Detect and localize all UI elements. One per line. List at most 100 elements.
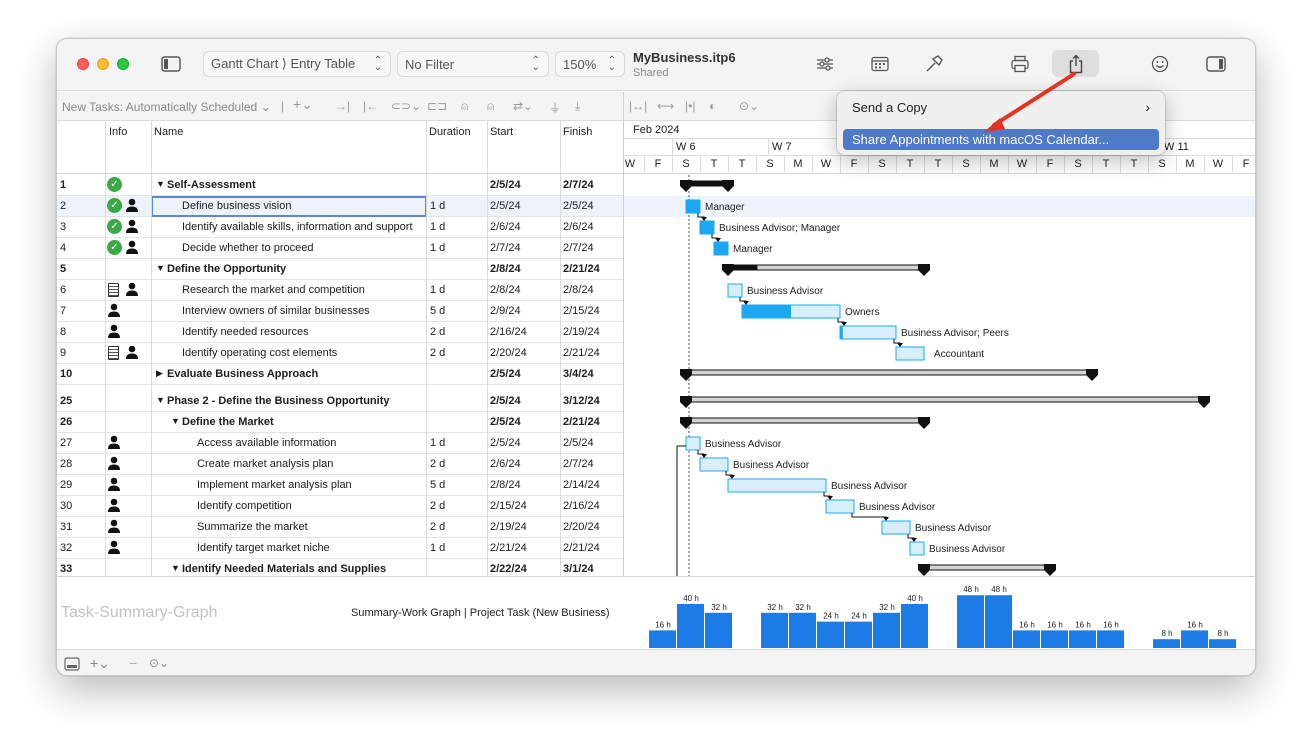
close-window-button[interactable] [77, 58, 89, 70]
add-task-icon[interactable]: +⌄ [293, 96, 313, 113]
task-start[interactable]: 2/7/24 [490, 242, 521, 254]
level-resources-icon[interactable]: ⇄⌄ [513, 99, 533, 113]
task-finish[interactable]: 2/15/24 [563, 305, 600, 317]
menu-item-send-copy[interactable]: Send a Copy › [843, 97, 1159, 118]
column-header-duration[interactable]: Duration [429, 126, 471, 138]
task-start[interactable]: 2/6/24 [490, 458, 521, 470]
task-start[interactable]: 2/21/24 [490, 542, 527, 554]
task-bar[interactable] [727, 283, 743, 298]
view-selector[interactable]: Gantt Chart ⟩ Entry Table ⌃ ⌄ [203, 51, 391, 77]
summary-bar[interactable] [685, 417, 925, 424]
filter-selector[interactable]: No Filter ⌃ ⌄ [397, 51, 549, 77]
task-name[interactable]: Define the Market [182, 416, 274, 428]
task-start[interactable]: 2/22/24 [490, 563, 527, 575]
task-finish[interactable]: 3/12/24 [563, 395, 600, 407]
share-button[interactable] [1052, 50, 1099, 77]
split-task-icon[interactable]: ⏚ [549, 99, 561, 116]
task-start[interactable]: 2/6/24 [490, 221, 521, 233]
task-duration[interactable]: 2 d [430, 347, 445, 359]
print-icon[interactable] [1008, 53, 1032, 75]
table-row[interactable]: 3 ✓ Identify available skills, information… [57, 217, 623, 238]
task-duration[interactable]: 1 d [430, 242, 445, 254]
task-name[interactable]: Define business vision [151, 196, 427, 217]
resource-icon[interactable]: ⍝ [487, 99, 494, 114]
inspector-toggle-icon[interactable] [1204, 54, 1228, 74]
disclosure-triangle-icon[interactable]: ▼ [156, 263, 165, 273]
table-row[interactable]: 27 Access available information 1 d 2/5/24 2… [57, 433, 623, 454]
column-header-name[interactable]: Name [154, 126, 183, 138]
scroll-to-task-icon[interactable]: |•| [685, 99, 695, 113]
task-finish[interactable]: 3/4/24 [563, 368, 594, 380]
more-options-icon[interactable]: ⊙⌄ [739, 99, 759, 113]
task-duration[interactable]: 1 d [430, 284, 445, 296]
task-finish[interactable]: 2/5/24 [563, 200, 594, 212]
task-start[interactable]: 2/5/24 [490, 179, 521, 191]
task-name[interactable]: Identify target market niche [197, 542, 330, 554]
schedule-mode-selector[interactable]: New Tasks: Automatically Scheduled ⌄ [62, 100, 271, 114]
task-name[interactable]: Evaluate Business Approach [167, 368, 318, 380]
task-start[interactable]: 2/20/24 [490, 347, 527, 359]
task-bar[interactable] [839, 325, 897, 340]
task-name[interactable]: Interview owners of similar businesses [182, 305, 370, 317]
sidebar-toggle-icon[interactable] [160, 54, 182, 74]
table-row[interactable]: 25 ▼ Phase 2 - Define the Business Opportu… [57, 391, 623, 412]
table-row[interactable]: 8 Identify needed resources 2 d 2/16/24 2/19… [57, 322, 623, 343]
disclosure-triangle-icon[interactable]: ▼ [171, 416, 180, 426]
disclosure-triangle-icon[interactable]: ▼ [156, 179, 165, 189]
task-name[interactable]: Create market analysis plan [197, 458, 333, 470]
zoom-window-button[interactable] [117, 58, 129, 70]
download-icon[interactable]: ⤓ [575, 99, 580, 114]
task-name[interactable]: Identify competition [197, 500, 292, 512]
task-bar[interactable] [699, 457, 729, 472]
task-duration[interactable]: 5 d [430, 479, 445, 491]
task-start[interactable]: 2/16/24 [490, 326, 527, 338]
task-finish[interactable]: 2/21/24 [563, 263, 600, 275]
hammer-icon[interactable] [923, 53, 945, 75]
task-finish[interactable]: 3/1/24 [563, 563, 594, 575]
task-duration[interactable]: 1 d [430, 200, 445, 212]
column-header-info[interactable]: Info [109, 126, 127, 138]
assign-resource-icon[interactable]: ⍝ [461, 99, 468, 114]
disclosure-triangle-icon[interactable]: ▼ [171, 563, 180, 573]
task-duration[interactable]: 1 d [430, 221, 445, 233]
task-name[interactable]: Access available information [197, 437, 336, 449]
task-finish[interactable]: 2/19/24 [563, 326, 600, 338]
task-finish[interactable]: 2/21/24 [563, 542, 600, 554]
summary-bar[interactable] [923, 564, 1051, 571]
task-name[interactable]: Identify needed resources [182, 326, 309, 338]
table-row[interactable]: 2 ✓ Define business vision 1 d 2/5/24 2/5/24 [57, 196, 623, 217]
table-row[interactable]: 5 ▼ Define the Opportunity 2/8/24 2/21/24 [57, 259, 623, 280]
task-bar[interactable] [825, 499, 855, 514]
task-finish[interactable]: 2/8/24 [563, 284, 594, 296]
task-bar[interactable] [909, 541, 925, 556]
task-finish[interactable]: 2/14/24 [563, 479, 600, 491]
table-row[interactable]: 30 Identify competition 2 d 2/15/24 2/16/24 [57, 496, 623, 517]
task-bar[interactable] [727, 478, 827, 493]
task-start[interactable]: 2/19/24 [490, 521, 527, 533]
task-name[interactable]: Decide whether to proceed [182, 242, 313, 254]
table-row[interactable]: 26 ▼ Define the Market 2/5/24 2/21/24 [57, 412, 623, 433]
task-finish[interactable]: 2/7/24 [563, 242, 594, 254]
task-start[interactable]: 2/15/24 [490, 500, 527, 512]
table-row[interactable]: 4 ✓ Decide whether to proceed 1 d 2/7/24 2/7/… [57, 238, 623, 259]
table-row[interactable]: 7 Interview owners of similar businesses 5… [57, 301, 623, 322]
task-bar[interactable] [895, 346, 925, 361]
table-row[interactable]: 10 ▶ Evaluate Business Approach 2/5/24 3/4/2… [57, 364, 623, 385]
task-name[interactable]: Define the Opportunity [167, 263, 286, 275]
table-row[interactable]: 9 Identify operating cost elements 2 d 2/20… [57, 343, 623, 364]
calendar-icon[interactable] [868, 54, 892, 74]
table-row[interactable]: 28 Create market analysis plan 2 d 2/6/24 2/… [57, 454, 623, 475]
smiley-icon[interactable] [1149, 53, 1171, 75]
task-name[interactable]: Implement market analysis plan [197, 479, 352, 491]
task-name[interactable]: Phase 2 - Define the Business Opportunit… [167, 395, 390, 407]
task-duration[interactable]: 2 d [430, 500, 445, 512]
outdent-left-icon[interactable]: |← [363, 99, 378, 113]
task-finish[interactable]: 2/7/24 [563, 458, 594, 470]
task-duration[interactable]: 2 d [430, 326, 445, 338]
table-row[interactable]: 31 Summarize the market 2 d 2/19/24 2/20/24 [57, 517, 623, 538]
disclosure-triangle-icon[interactable]: ▼ [156, 395, 165, 405]
task-start[interactable]: 2/5/24 [490, 200, 521, 212]
indent-right-icon[interactable]: →| [335, 99, 350, 113]
task-bar[interactable] [881, 520, 911, 535]
task-start[interactable]: 2/5/24 [490, 437, 521, 449]
